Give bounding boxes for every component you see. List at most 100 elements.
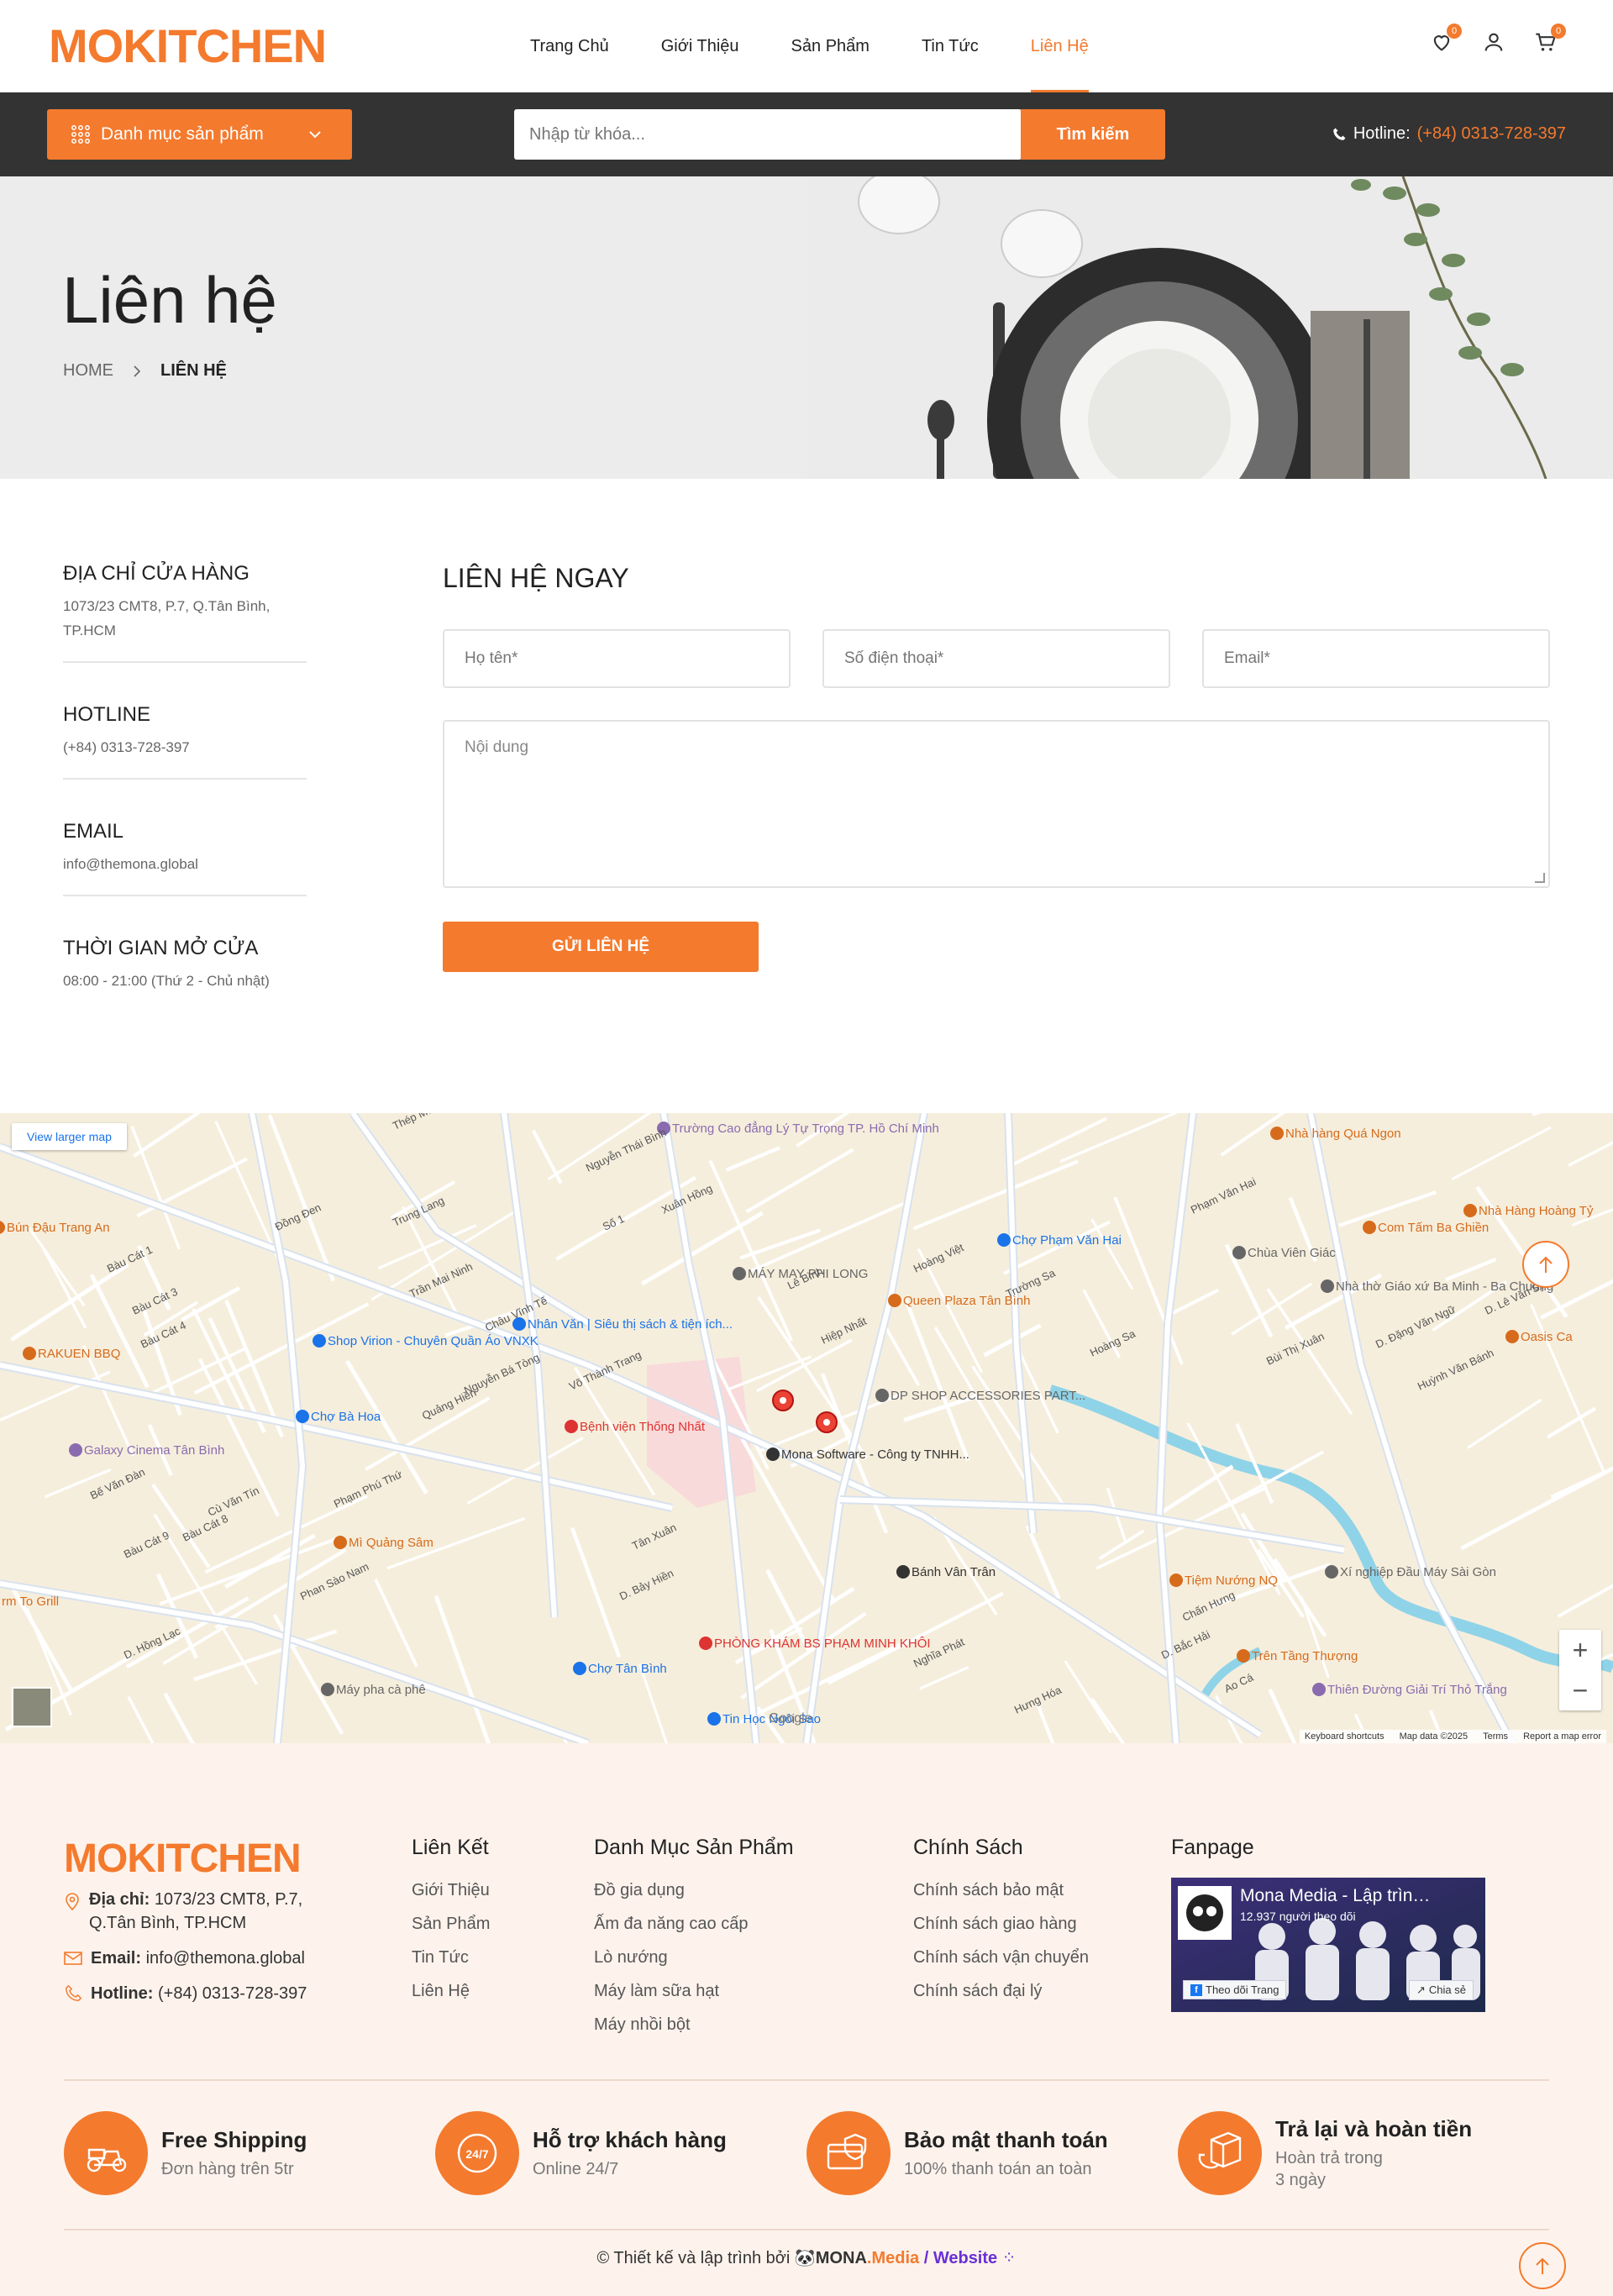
- chevron-down-icon: [309, 131, 321, 139]
- footer-cat-kettle[interactable]: Ấm đa năng cao cấp: [594, 1907, 794, 1941]
- phone-icon: [1333, 128, 1346, 140]
- nav-products[interactable]: Sản Phẩm: [765, 0, 896, 92]
- map-canvas[interactable]: Trường Cao đẳng Lý Tự Trọng TP. Hồ Chí M…: [0, 1113, 1613, 1743]
- footer-policy-agency[interactable]: Chính sách đại lý: [913, 1974, 1089, 2008]
- breadcrumb-home[interactable]: HOME: [63, 361, 113, 381]
- arrow-up-icon: [1539, 1256, 1553, 1273]
- nav-about[interactable]: Giới Thiệu: [635, 0, 765, 92]
- place-label: Bệnh viện Thống Nhất: [580, 1420, 706, 1434]
- facebook-page-widget[interactable]: Mona Media - Lập trìn… 12.937 người theo…: [1171, 1878, 1485, 2012]
- feature-free-shipping-title: Free Shipping: [161, 2126, 307, 2152]
- footer-cat-oven[interactable]: Lò nướng: [594, 1941, 794, 1974]
- place-label: Bánh Vân Trân: [912, 1565, 996, 1579]
- zoom-in-button[interactable]: +: [1559, 1630, 1601, 1670]
- place-marker: [1363, 1221, 1376, 1234]
- place-label: Bún Đậu Trang An: [7, 1221, 110, 1235]
- google-map[interactable]: Trường Cao đẳng Lý Tự Trọng TP. Hồ Chí M…: [0, 1113, 1613, 1743]
- footer-email: Email: info@themona.global: [64, 1947, 333, 1970]
- footer-cat-household[interactable]: Đồ gia dụng: [594, 1873, 794, 1907]
- info-hours-text: 08:00 - 21:00 (Thứ 2 - Chủ nhật): [63, 973, 270, 989]
- place-label: Oasis Ca: [1521, 1330, 1573, 1344]
- footer-link-about[interactable]: Giới Thiệu: [412, 1873, 490, 1907]
- scroll-top-button-map[interactable]: [1522, 1241, 1569, 1288]
- cart-count-badge: 0: [1551, 24, 1566, 39]
- submit-button[interactable]: GỬI LIÊN HỆ: [443, 922, 759, 972]
- place-marker: [1312, 1683, 1326, 1696]
- copyright-brand[interactable]: MONA: [816, 2249, 867, 2267]
- fanpage-follow-button[interactable]: f Theo dõi Trang: [1183, 1980, 1287, 1999]
- fanpage-name[interactable]: Mona Media - Lập trìn…: [1240, 1886, 1430, 1906]
- hotline-number[interactable]: (+84) 0313-728-397: [1417, 124, 1566, 144]
- footer-logo[interactable]: MOKITCHEN: [64, 1836, 302, 1882]
- copyright-media[interactable]: .Media: [867, 2249, 919, 2267]
- place-label: Mì Quảng Sâm: [349, 1536, 433, 1550]
- place-marker: [1232, 1246, 1246, 1259]
- footer-email-label: Email:: [91, 1949, 142, 1968]
- place-marker: [296, 1410, 309, 1423]
- hotline: Hotline: (+84) 0313-728-397: [1332, 124, 1566, 144]
- site-logo[interactable]: MOKITCHEN: [49, 22, 327, 71]
- zoom-out-button[interactable]: −: [1559, 1670, 1601, 1710]
- account-button[interactable]: [1482, 30, 1505, 54]
- search-input[interactable]: [514, 109, 1022, 160]
- footer-cat-nut-milk[interactable]: Máy làm sữa hạt: [594, 1974, 794, 2008]
- footer-hotline-text[interactable]: (+84) 0313-728-397: [158, 1984, 307, 2003]
- copyright: © Thiết kế và lập trình bởi 🐼MONA.Media …: [0, 2247, 1613, 2268]
- footer-policy-shipping[interactable]: Chính sách vận chuyển: [913, 1941, 1089, 1974]
- footer-link-news[interactable]: Tin Tức: [412, 1941, 490, 1974]
- view-larger-map-link[interactable]: View larger map: [12, 1123, 127, 1150]
- fanpage-share-button[interactable]: ↗ Chia sẻ: [1409, 1980, 1474, 2000]
- place-marker: [23, 1347, 36, 1360]
- place-marker: [321, 1683, 334, 1696]
- footer-cat-dough[interactable]: Máy nhồi bột: [594, 2008, 794, 2041]
- map-keyboard-shortcuts[interactable]: Keyboard shortcuts: [1305, 1731, 1384, 1742]
- map-zoom-controls: + −: [1559, 1630, 1601, 1710]
- footer-categories-column: Danh Mục Sản Phẩm Đồ gia dụng Ấm đa năng…: [594, 1836, 794, 2041]
- place-label: Trên Tầng Thượng: [1252, 1649, 1358, 1663]
- email-field[interactable]: [1202, 629, 1550, 688]
- street-view-thumbnail[interactable]: [12, 1687, 52, 1727]
- footer-link-products[interactable]: Sản Phẩm: [412, 1907, 490, 1941]
- phone-field[interactable]: [822, 629, 1170, 688]
- footer-links-title: Liên Kết: [412, 1836, 489, 1859]
- footer-link-contact[interactable]: Liên Hệ: [412, 1974, 490, 2008]
- footer-links-column: Liên Kết Giới Thiệu Sản Phẩm Tin Tức Liê…: [412, 1836, 490, 2008]
- wishlist-button[interactable]: 0: [1430, 24, 1462, 54]
- place-marker: [707, 1712, 721, 1726]
- info-hotline-text: (+84) 0313-728-397: [63, 739, 190, 755]
- feature-secure-payment-title: Bảo mật thanh toán: [904, 2126, 1108, 2152]
- feature-secure-payment-sub: 100% thanh toán an toàn: [904, 2159, 1092, 2178]
- map-report-error-link[interactable]: Report a map error: [1523, 1731, 1601, 1742]
- search-button[interactable]: Tìm kiếm: [1021, 109, 1165, 160]
- nav-contact[interactable]: Liên Hệ: [1005, 0, 1115, 92]
- category-menu-button[interactable]: Danh mục sản phẩm: [47, 109, 352, 160]
- map-terms-link[interactable]: Terms: [1483, 1731, 1508, 1742]
- message-textarea[interactable]: Nội dung: [443, 720, 1550, 888]
- place-marker: [1169, 1574, 1183, 1587]
- footer-policy-delivery[interactable]: Chính sách giao hàng: [913, 1907, 1089, 1941]
- feature-support-title: Hỗ trợ khách hàng: [533, 2126, 727, 2152]
- footer-email-text[interactable]: info@themona.global: [146, 1949, 305, 1968]
- mona-location-pin-dot: [823, 1419, 830, 1426]
- info-address-text: 1073/23 CMT8, P.7, Q.Tân Bình, TP.HCM: [63, 598, 271, 638]
- toolbar: Danh mục sản phẩm Tìm kiếm Hotline: (+84…: [0, 92, 1613, 176]
- footer-policy-privacy[interactable]: Chính sách bảo mật: [913, 1873, 1089, 1907]
- tableware-image: [806, 176, 1613, 479]
- hotline-label: Hotline:: [1353, 124, 1411, 143]
- scroll-top-button[interactable]: [1519, 2242, 1566, 2289]
- nav-home[interactable]: Trang Chủ: [504, 0, 635, 92]
- nav-news[interactable]: Tin Tức: [896, 0, 1005, 92]
- google-wordmark: Google: [769, 1711, 812, 1726]
- place-label: Nhân Văn | Siêu thị sách & tiện ích...: [528, 1317, 733, 1332]
- place-label: Chợ Phạm Văn Hai: [1012, 1233, 1122, 1248]
- cart-button[interactable]: 0: [1534, 24, 1566, 54]
- name-field[interactable]: [443, 629, 791, 688]
- place-marker: [1325, 1565, 1338, 1579]
- footer-features: Free Shipping Đơn hàng trên 5tr 24/7 Hỗ …: [64, 2111, 1549, 2195]
- copyright-website[interactable]: / Website: [924, 2249, 997, 2267]
- place-label: Galaxy Cinema Tân Bình: [84, 1443, 224, 1458]
- breadcrumb-current: LIÊN HỆ: [160, 361, 227, 380]
- place-marker: [313, 1334, 326, 1348]
- chevron-right-icon: [134, 365, 141, 377]
- place-label: Máy pha cà phê: [336, 1683, 426, 1697]
